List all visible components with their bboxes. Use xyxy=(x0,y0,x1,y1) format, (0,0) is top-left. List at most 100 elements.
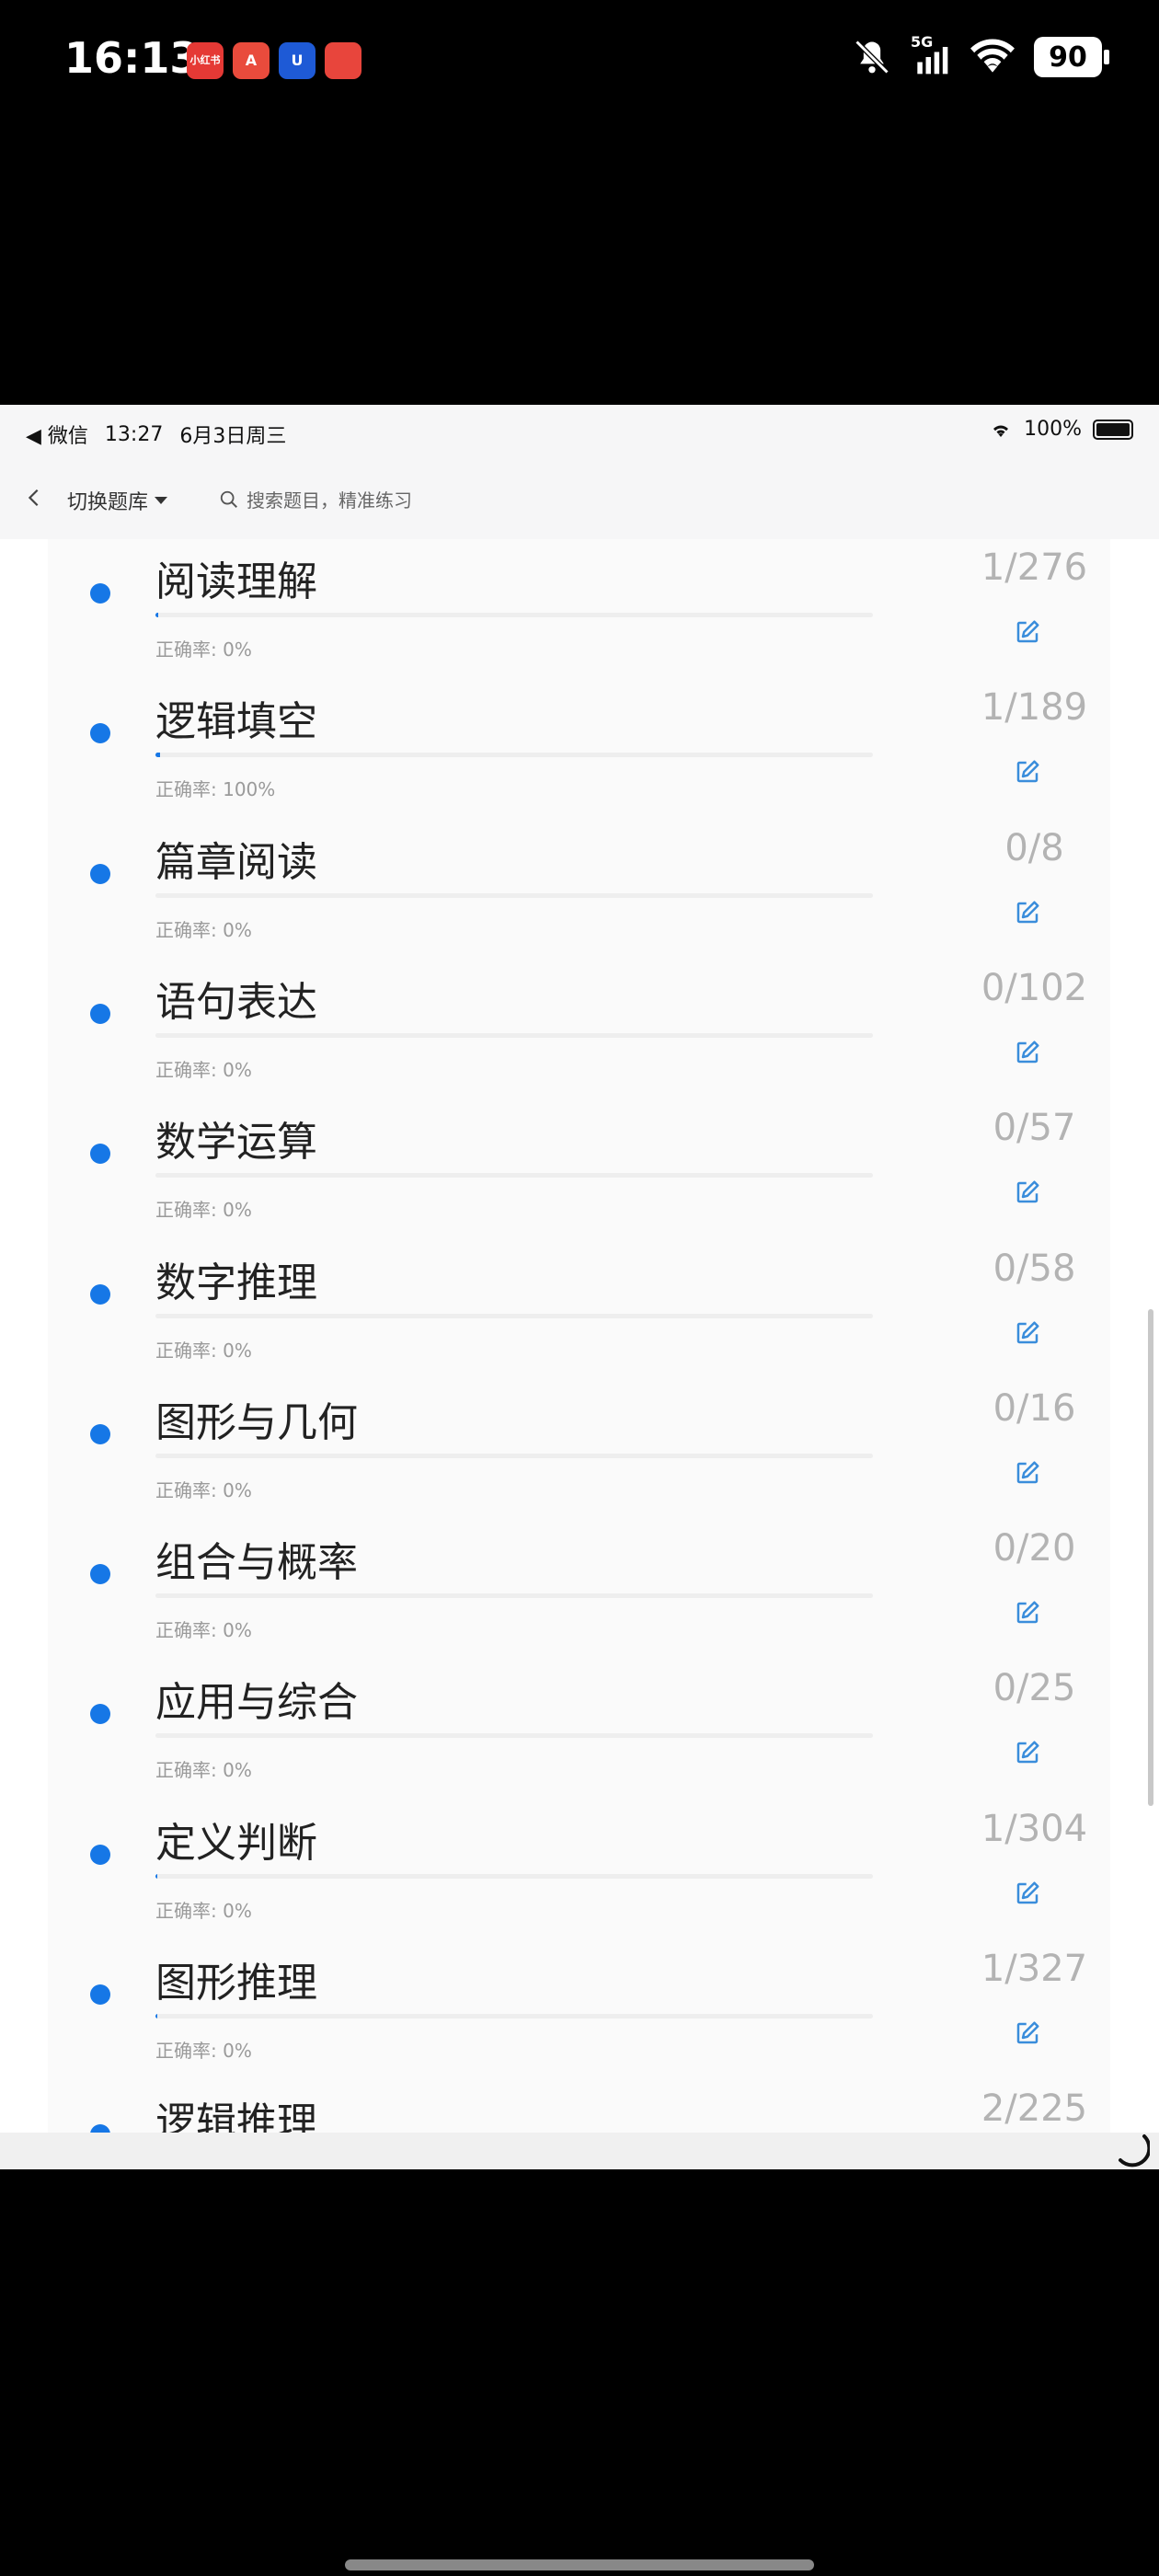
progress-count: 0/8 xyxy=(1004,826,1064,869)
progress-count: 0/16 xyxy=(993,1386,1076,1430)
edit-practice-icon[interactable] xyxy=(1014,1319,1041,1347)
category-row[interactable]: 阅读理解 正确率: 0% 1/276 xyxy=(48,545,1110,684)
category-row[interactable]: 数学运算 正确率: 0% 0/57 xyxy=(48,1105,1110,1245)
category-title: 定义判断 xyxy=(155,1819,317,1867)
accuracy-value: 0% xyxy=(223,638,252,661)
bullet-dot xyxy=(90,1844,110,1865)
progress-bar xyxy=(155,1453,873,1458)
progress-count: 2/225 xyxy=(981,2087,1088,2131)
accuracy-rate: 正确率: 0% xyxy=(155,1476,252,1502)
category-row[interactable]: 图形与几何 正确率: 0% 0/16 xyxy=(48,1386,1110,1525)
bullet-dot xyxy=(90,723,110,744)
progress-bar xyxy=(155,2014,873,2018)
progress-bar xyxy=(155,892,873,898)
category-row[interactable]: 语句表达 正确率: 0% 0/102 xyxy=(48,965,1110,1105)
accuracy-label: 正确率: xyxy=(155,918,224,941)
nav-bar: 切换题库 搜索题目，精准练习 xyxy=(0,460,1159,539)
category-row[interactable]: 图形推理 正确率: 0% 1/327 xyxy=(48,1946,1110,2086)
accuracy-label: 正确率: xyxy=(155,1619,224,1642)
edit-practice-icon[interactable] xyxy=(1014,2019,1041,2047)
home-indicator[interactable] xyxy=(345,2559,814,2570)
bullet-dot xyxy=(90,583,110,604)
accuracy-label: 正确率: xyxy=(155,2040,224,2062)
accuracy-value: 0% xyxy=(223,1759,252,1782)
category-card: 阅读理解 正确率: 0% 1/276 逻辑填空 正确率: 100% 1/189 … xyxy=(48,539,1110,2169)
app-u-icon: U xyxy=(279,42,316,79)
progress-fill xyxy=(155,1873,158,1879)
accuracy-label: 正确率: xyxy=(155,1478,224,1501)
accuracy-value: 0% xyxy=(223,1478,252,1501)
edit-practice-icon[interactable] xyxy=(1014,1739,1041,1766)
progress-count: 0/25 xyxy=(993,1667,1076,1710)
xiaohongshu-app-icon: 小红书 xyxy=(187,42,224,79)
progress-count: 0/102 xyxy=(981,966,1088,1009)
progress-bar xyxy=(155,1733,873,1739)
accuracy-value: 0% xyxy=(223,1899,252,1922)
accuracy-label: 正确率: xyxy=(155,1759,224,1782)
wifi-icon xyxy=(970,39,1015,73)
inner-date: 6月3日周三 xyxy=(179,425,287,448)
progress-count: 0/57 xyxy=(993,1107,1076,1150)
accuracy-label: 正确率: xyxy=(155,1899,224,1922)
progress-fill xyxy=(155,753,160,758)
bullet-dot xyxy=(90,1984,110,2005)
bullet-dot xyxy=(90,1704,110,1725)
edit-practice-icon[interactable] xyxy=(1014,758,1041,786)
category-row[interactable]: 篇章阅读 正确率: 0% 0/8 xyxy=(48,825,1110,965)
edit-practice-icon[interactable] xyxy=(1014,1179,1041,1206)
edit-practice-icon[interactable] xyxy=(1014,1880,1041,1907)
category-row[interactable]: 数字推理 正确率: 0% 0/58 xyxy=(48,1246,1110,1386)
progress-bar xyxy=(155,1873,873,1879)
category-title: 应用与综合 xyxy=(155,1679,358,1727)
battery-indicator: 90 xyxy=(1034,37,1109,77)
switch-question-bank-button[interactable]: 切换题库 xyxy=(67,486,168,515)
category-title: 图形推理 xyxy=(155,1960,317,2007)
edit-practice-icon[interactable] xyxy=(1014,1039,1041,1066)
accuracy-rate: 正确率: 0% xyxy=(155,1336,252,1363)
progress-count: 0/58 xyxy=(993,1247,1076,1290)
accuracy-rate: 正确率: 0% xyxy=(155,1755,252,1782)
wifi-icon xyxy=(993,425,1009,437)
category-row[interactable]: 应用与综合 正确率: 0% 0/25 xyxy=(48,1665,1110,1805)
bullet-dot xyxy=(90,1144,110,1165)
progress-bar xyxy=(155,1173,873,1179)
scrollbar[interactable] xyxy=(1148,1309,1153,1806)
category-row[interactable]: 定义判断 正确率: 0% 1/304 xyxy=(48,1806,1110,1946)
accuracy-label: 正确率: xyxy=(155,1199,224,1222)
category-row[interactable]: 组合与概率 正确率: 0% 0/20 xyxy=(48,1525,1110,1665)
accuracy-rate: 正确率: 0% xyxy=(155,1896,252,1923)
category-title: 组合与概率 xyxy=(155,1539,358,1587)
phone-status-bar: 16:13 小红书 A U 5G 90 xyxy=(0,0,1159,129)
app-screen: ◀ 微信 13:27 6月3日周三 100% 切换题库 搜索题目，精准练习 阅读… xyxy=(0,405,1159,2169)
bullet-dot xyxy=(90,1283,110,1305)
progress-bar xyxy=(155,1593,873,1599)
accuracy-rate: 正确率: 100% xyxy=(155,775,275,801)
back-to-wechat-link[interactable]: ◀ 微信 xyxy=(26,420,88,449)
accuracy-rate: 正确率: 0% xyxy=(155,635,252,661)
accuracy-rate: 正确率: 0% xyxy=(155,915,252,942)
accuracy-rate: 正确率: 0% xyxy=(155,2036,252,2063)
category-row[interactable]: 逻辑填空 正确率: 100% 1/189 xyxy=(48,684,1110,824)
accuracy-label: 正确率: xyxy=(155,778,224,801)
progress-bar xyxy=(155,1313,873,1318)
edit-practice-icon[interactable] xyxy=(1014,899,1041,926)
edit-practice-icon[interactable] xyxy=(1014,1459,1041,1487)
accuracy-rate: 正确率: 0% xyxy=(155,1616,252,1642)
app-pattern-icon xyxy=(325,42,361,79)
edit-practice-icon[interactable] xyxy=(1014,1599,1041,1627)
progress-count: 1/276 xyxy=(981,546,1088,589)
edit-practice-icon[interactable] xyxy=(1014,618,1041,646)
category-title: 阅读理解 xyxy=(155,558,317,605)
accuracy-value: 100% xyxy=(223,778,276,801)
accuracy-value: 0% xyxy=(223,1619,252,1642)
back-chevron-icon[interactable] xyxy=(24,488,44,508)
category-list[interactable]: 阅读理解 正确率: 0% 1/276 逻辑填空 正确率: 100% 1/189 … xyxy=(0,539,1159,2169)
category-title: 数学运算 xyxy=(155,1119,317,1167)
search-input[interactable]: 搜索题目，精准练习 xyxy=(219,486,412,512)
accuracy-value: 0% xyxy=(223,918,252,941)
mute-bell-icon xyxy=(855,40,889,75)
progress-count: 1/189 xyxy=(981,686,1088,730)
progress-count: 1/327 xyxy=(981,1948,1088,1990)
notification-app-icons: 小红书 A U xyxy=(187,42,361,79)
accuracy-value: 0% xyxy=(223,1339,252,1362)
